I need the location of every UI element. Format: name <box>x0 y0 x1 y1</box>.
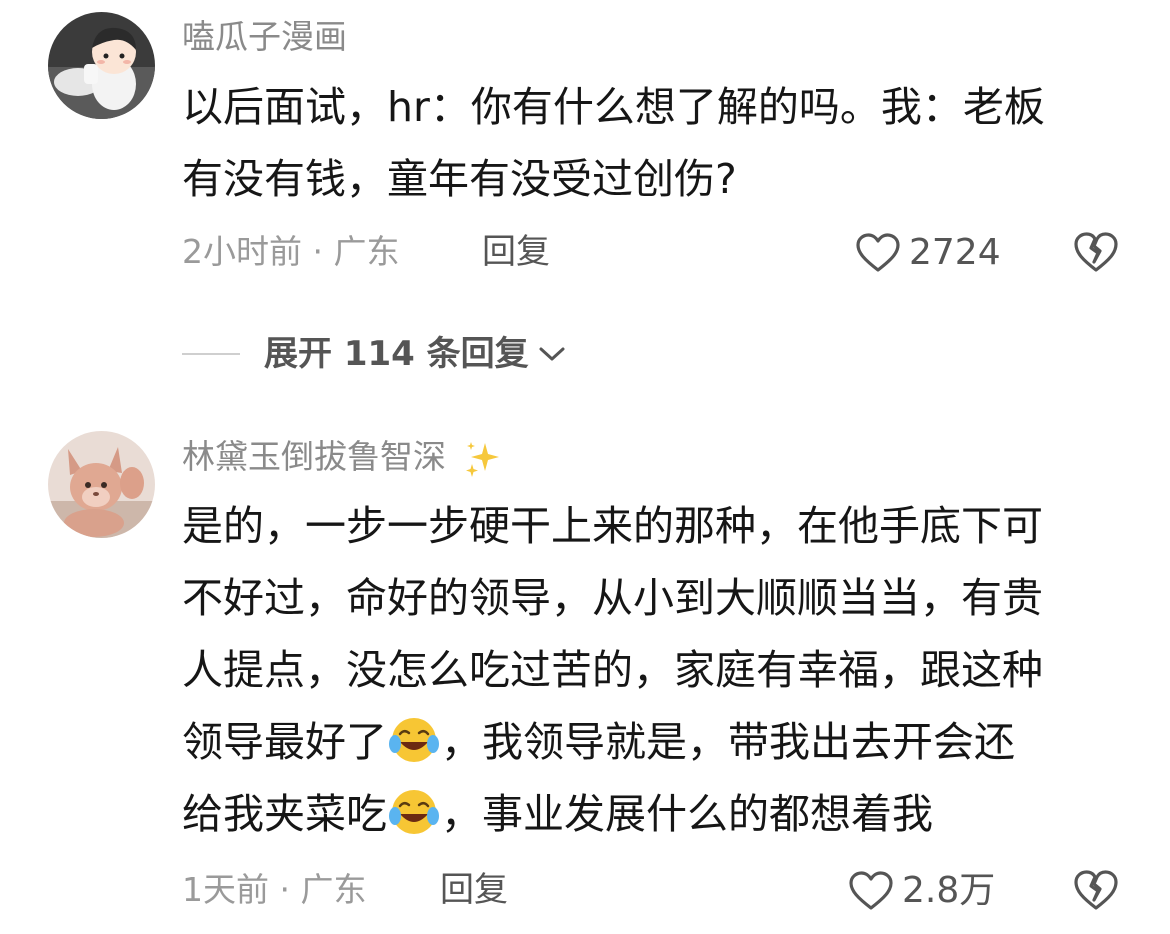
heart-icon <box>856 233 900 272</box>
like-button[interactable]: 2724 <box>855 232 1001 274</box>
broken-heart-icon <box>1074 870 1118 910</box>
cartoon-boy-avatar-icon <box>48 12 155 119</box>
comment-text: 是的，一步一步硬干上来的那种，在他手底下可 不好过，命好的领导，从小到大顺顺当当… <box>182 490 1112 850</box>
comment-line: 不好过，命好的领导，从小到大顺顺当当，有贵 <box>182 574 1043 622</box>
username-text: 林黛玉倒拔鲁智深 <box>182 437 446 476</box>
comment-line: 有没有钱，童年有没受过创伤? <box>182 155 737 203</box>
laughing-tears-emoji-icon <box>389 718 439 762</box>
comment-text-segment: ，我领导就是，带我出去开会还 <box>441 718 1015 766</box>
like-count: 2.8万 <box>902 870 996 911</box>
timestamp-location: 2小时前 · 广东 <box>182 232 400 271</box>
comment-text-segment: 给我夹菜吃 <box>182 790 387 838</box>
laughing-tears-emoji-icon <box>389 790 439 834</box>
comment-line: 以后面试，hr：你有什么想了解的吗。我：老板 <box>182 83 1045 131</box>
sparkles-icon <box>465 441 499 477</box>
expand-replies-button[interactable]: 展开 114 条回复 <box>182 334 567 374</box>
avatar[interactable] <box>48 12 155 119</box>
heart-icon <box>849 871 893 910</box>
expand-replies-label: 展开 114 条回复 <box>264 334 529 374</box>
like-button[interactable]: 2.8万 <box>848 870 995 912</box>
avatar[interactable] <box>48 431 155 538</box>
comment-text-segment: ，事业发展什么的都想着我 <box>441 790 933 838</box>
comment-line: 给我夹菜吃 ，事业发展什么的都想着我 <box>182 778 1112 850</box>
chevron-down-icon <box>539 347 565 361</box>
plush-toy-avatar-icon <box>48 431 155 538</box>
dislike-button[interactable] <box>1073 230 1119 278</box>
comment-text: 以后面试，hr：你有什么想了解的吗。我：老板 有没有钱，童年有没受过创伤? <box>182 71 1112 215</box>
like-count: 2724 <box>909 232 1001 273</box>
divider <box>182 353 240 355</box>
reply-button[interactable]: 回复 <box>482 232 550 272</box>
comment-line: 人提点，没怎么吃过苦的，家庭有幸福，跟这种 <box>182 646 1043 694</box>
comment-line: 是的，一步一步硬干上来的那种，在他手底下可 <box>182 502 1043 550</box>
dislike-button[interactable] <box>1073 868 1119 916</box>
reply-button[interactable]: 回复 <box>440 870 508 910</box>
comment-text-segment: 领导最好了 <box>182 718 387 766</box>
timestamp-location: 1天前 · 广东 <box>182 870 367 909</box>
broken-heart-icon <box>1074 232 1118 272</box>
username[interactable]: 嗑瓜子漫画 <box>182 17 347 57</box>
comment-line: 领导最好了 ，我领导就是，带我出去开会还 <box>182 706 1112 778</box>
username[interactable]: 林黛玉倒拔鲁智深 <box>182 437 503 479</box>
